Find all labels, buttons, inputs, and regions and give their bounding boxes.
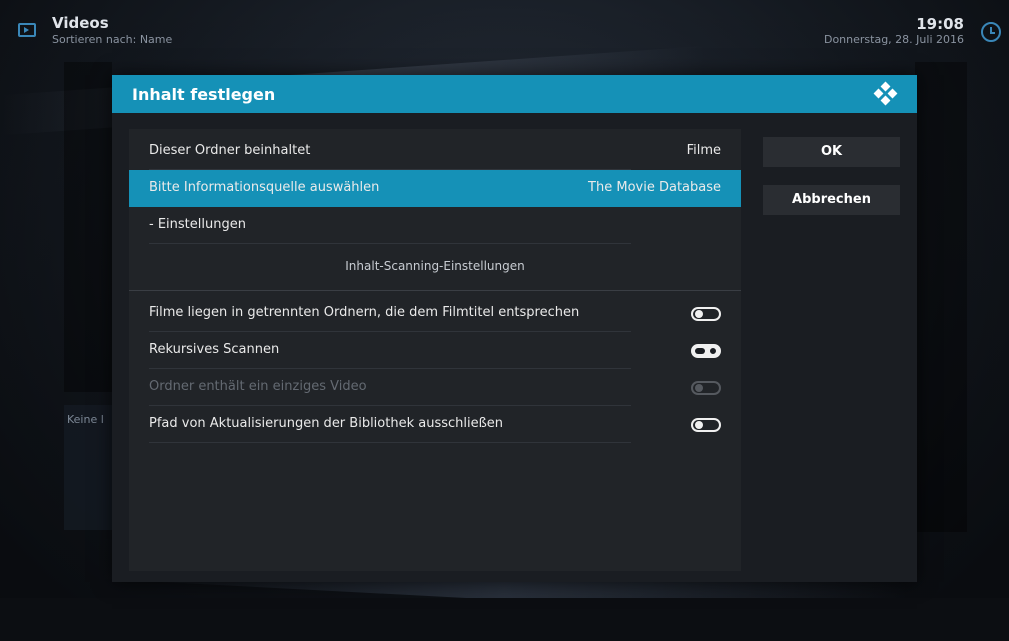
divider: [149, 442, 631, 443]
page-title: Videos: [52, 14, 109, 32]
toggle-knob: [695, 310, 703, 318]
background-empty-text: Keine l: [67, 413, 104, 426]
list-item-label: Bitte Informationsquelle auswählen: [149, 180, 380, 195]
toggle-label: Pfad von Aktualisierungen der Bibliothek…: [149, 416, 504, 431]
toggle-switch[interactable]: [691, 307, 721, 321]
cancel-button[interactable]: Abbrechen: [763, 185, 900, 215]
set-content-dialog: Inhalt festlegen Dieser Ordner beinhalte…: [112, 75, 917, 582]
toggle-row-recursive-scan[interactable]: Rekursives Scannen: [129, 332, 741, 369]
settings-list: Dieser Ordner beinhaltet Filme Bitte Inf…: [129, 129, 741, 571]
clock-time: 19:08: [916, 15, 964, 33]
ok-button[interactable]: OK: [763, 137, 900, 167]
dialog-title: Inhalt festlegen: [132, 85, 276, 104]
list-item-info-source[interactable]: Bitte Informationsquelle auswählen The M…: [129, 170, 741, 207]
toggle-row-exclude-path[interactable]: Pfad von Aktualisierungen der Bibliothek…: [129, 406, 741, 443]
list-item-settings[interactable]: - Einstellungen: [129, 207, 741, 244]
list-item-value: The Movie Database: [588, 180, 721, 195]
toggle-label: Ordner enthält ein einziges Video: [149, 379, 367, 394]
tv-icon: [18, 23, 36, 37]
toggle-knob: [708, 346, 718, 356]
section-label: Inhalt-Scanning-Einstellungen: [345, 259, 525, 273]
section-header: Inhalt-Scanning-Einstellungen: [129, 244, 741, 291]
toggle-knob: [695, 421, 703, 429]
sort-label: Sortieren nach: Name: [52, 33, 173, 46]
clock-date: Donnerstag, 28. Juli 2016: [823, 33, 964, 46]
toggle-row-separate-folders[interactable]: Filme liegen in getrennten Ordnern, die …: [129, 295, 741, 332]
toggle-switch[interactable]: [691, 344, 721, 358]
toggle-label: Rekursives Scannen: [149, 342, 280, 357]
background-footer: [0, 598, 1009, 641]
clock-icon: [981, 22, 1001, 42]
background-panel: [915, 62, 967, 532]
top-bar: Videos Sortieren nach: Name 19:08 Donner…: [0, 0, 1009, 60]
dialog-header: Inhalt festlegen: [112, 75, 917, 113]
list-item-value: Filme: [686, 143, 721, 158]
toggle-switch: [691, 381, 721, 395]
list-item-content-type[interactable]: Dieser Ordner beinhaltet Filme: [129, 133, 741, 170]
kodi-logo-icon: [873, 81, 898, 106]
background-panel: [64, 62, 112, 392]
toggle-label: Filme liegen in getrennten Ordnern, die …: [149, 305, 580, 320]
toggle-row-single-video: Ordner enthält ein einziges Video: [129, 369, 741, 406]
list-item-label: - Einstellungen: [149, 217, 246, 232]
toggle-knob: [695, 384, 703, 392]
list-item-label: Dieser Ordner beinhaltet: [149, 143, 311, 158]
toggle-switch[interactable]: [691, 418, 721, 432]
